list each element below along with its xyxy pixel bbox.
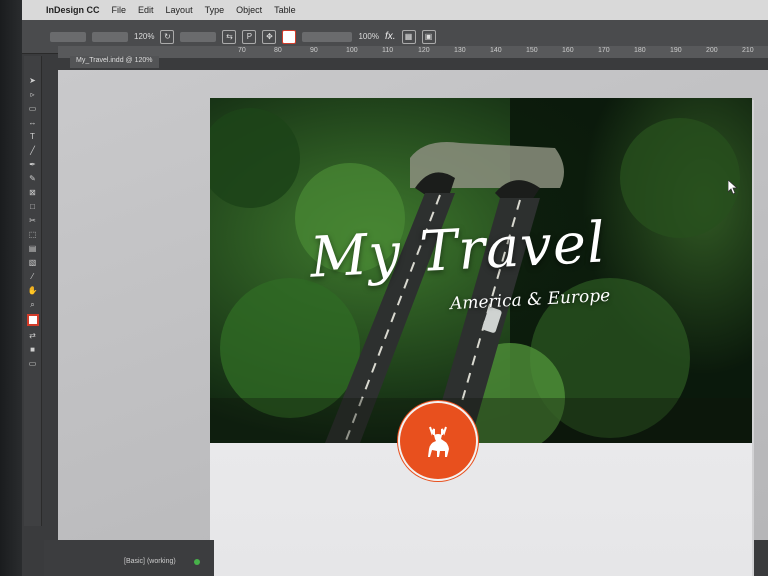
rotate-icon[interactable]: ↻ (160, 29, 175, 44)
gap-tool-icon[interactable]: ↔ (27, 118, 38, 127)
menu-layout[interactable]: Layout (166, 5, 193, 15)
document-tab[interactable]: My_Travel.indd @ 120% (70, 56, 159, 68)
menu-type[interactable]: Type (205, 5, 225, 15)
frame-fitting-icon[interactable]: ▣ (421, 29, 436, 44)
fill-stroke-swatch-icon[interactable] (26, 314, 39, 326)
ruler-tick: 90 (310, 47, 318, 54)
app-name[interactable]: InDesign CC (46, 5, 100, 15)
hand-tool-icon[interactable]: ✋ (27, 286, 38, 295)
ruler-tick: 100 (346, 47, 358, 54)
fx-button[interactable]: fx. (385, 31, 396, 42)
direct-selection-tool-icon[interactable]: ▹ (27, 90, 38, 99)
preflight-profile[interactable]: [Basic] (working) (124, 558, 176, 565)
selection-tool-icon[interactable]: ➤ (27, 76, 38, 85)
ruler-tick: 210 (742, 47, 754, 54)
stroke-weight-field[interactable] (302, 31, 353, 42)
scissors-tool-icon[interactable]: ✂ (27, 216, 38, 225)
ruler-tick: 130 (454, 47, 466, 54)
x-position-field[interactable] (50, 31, 86, 42)
rotation-field[interactable] (180, 31, 217, 42)
ruler-tick: 80 (274, 47, 282, 54)
swap-colors-icon[interactable]: ⇄ (27, 331, 38, 340)
ruler-tick: 200 (706, 47, 718, 54)
ruler-tick: 150 (526, 47, 538, 54)
ruler-tick: 110 (382, 47, 394, 54)
preflight-ok-icon (194, 559, 200, 565)
rectangle-tool-icon[interactable]: □ (27, 202, 38, 211)
ruler-tick: 70 (238, 47, 246, 54)
tools-panel: ➤ ▹ ▭ ↔ T ╱ ✒ ✎ ⊠ □ ✂ ⬚ ▤ ▧ ⁄ ✋ ⌕ ⇄ ■ ▭ (24, 56, 42, 526)
ruler-tick: 180 (634, 47, 646, 54)
monitor-left-edge (0, 0, 22, 576)
document-page[interactable]: My Travel America & Europe (210, 98, 752, 576)
hero-image-frame[interactable]: My Travel America & Europe (210, 98, 752, 443)
gradient-tool-icon[interactable]: ▤ (27, 244, 38, 253)
deer-logo-badge[interactable] (400, 403, 476, 479)
menu-edit[interactable]: Edit (138, 5, 154, 15)
zoom-tool-icon[interactable]: ⌕ (27, 300, 38, 309)
horizontal-ruler: 70 80 90 100 110 120 130 140 150 160 170… (58, 46, 768, 58)
ruler-tick: 170 (598, 47, 610, 54)
ruler-tick: 140 (490, 47, 502, 54)
mouse-cursor-icon (728, 180, 738, 194)
ruler-tick: 160 (562, 47, 574, 54)
zoom-value[interactable]: 120% (134, 32, 154, 41)
opacity-value[interactable]: 100% (358, 32, 378, 41)
menu-object[interactable]: Object (236, 5, 262, 15)
menu-bar: InDesign CC File Edit Layout Type Object… (14, 0, 768, 20)
align-icon[interactable]: ▦ (401, 29, 416, 44)
status-bar: [Basic] (working) (44, 540, 214, 576)
line-tool-icon[interactable]: ╱ (27, 146, 38, 155)
pen-tool-icon[interactable]: ✒ (27, 160, 38, 169)
free-transform-tool-icon[interactable]: ⬚ (27, 230, 38, 239)
screen-mode-icon[interactable]: ▭ (27, 359, 38, 368)
select-content-icon[interactable]: ✥ (262, 29, 277, 44)
note-tool-icon[interactable]: ▧ (27, 258, 38, 267)
flip-icon[interactable]: ⇆ (222, 29, 237, 44)
deer-icon (428, 426, 449, 457)
ruler-tick: 190 (670, 47, 682, 54)
rectangle-frame-tool-icon[interactable]: ⊠ (27, 188, 38, 197)
width-field[interactable] (92, 31, 128, 42)
paragraph-icon[interactable]: P (242, 29, 257, 44)
pencil-tool-icon[interactable]: ✎ (27, 174, 38, 183)
ruler-tick: 120 (418, 47, 430, 54)
apply-color-icon[interactable]: ■ (27, 345, 38, 354)
eyedropper-tool-icon[interactable]: ⁄ (27, 272, 38, 281)
type-tool-icon[interactable]: T (27, 132, 38, 141)
menu-table[interactable]: Table (274, 5, 296, 15)
page-tool-icon[interactable]: ▭ (27, 104, 38, 113)
menu-file[interactable]: File (112, 5, 127, 15)
fill-swatch-icon[interactable] (282, 29, 297, 44)
